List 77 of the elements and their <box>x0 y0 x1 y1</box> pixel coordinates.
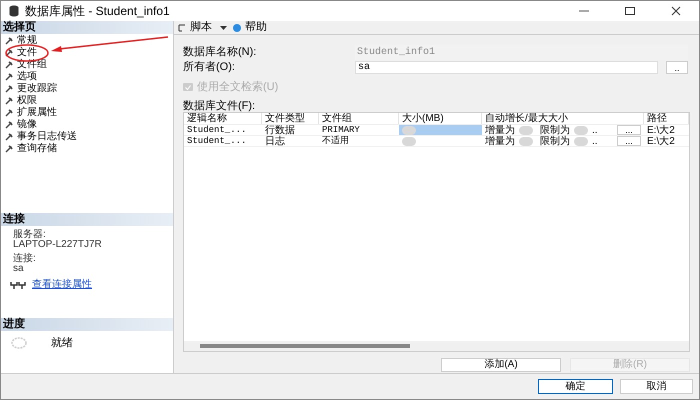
horizontal-scrollbar[interactable] <box>184 341 689 351</box>
wrench-icon <box>5 109 13 117</box>
connection-properties-link[interactable]: 查看连接属性 <box>32 280 92 290</box>
table-cell-text: 行数据 <box>264 125 296 135</box>
blurred-value <box>402 136 416 146</box>
help-button[interactable]: 帮助 <box>245 19 267 36</box>
column-header[interactable]: 大小(MB) <box>399 113 482 124</box>
owner-browse-button[interactable]: .. <box>666 61 688 74</box>
wrench-icon <box>5 121 13 129</box>
help-icon <box>233 24 241 32</box>
connection-label: 连接: <box>13 254 37 264</box>
wrench-icon <box>5 73 13 81</box>
wrench-icon <box>5 37 13 45</box>
table-cell-text: E:\大2 <box>646 136 676 146</box>
blurred-value <box>402 126 416 134</box>
server-name: LAPTOP-L227TJ7R <box>13 240 103 250</box>
maximize-icon[interactable] <box>625 6 635 16</box>
database-files-label: 数据库文件(F): <box>183 100 256 112</box>
sidebar-item[interactable]: 常规 <box>1 35 173 47</box>
dropdown-caret-icon[interactable] <box>220 26 227 30</box>
table-cell-text: Student_... <box>186 125 248 135</box>
scrollbar-thumb[interactable] <box>200 344 410 348</box>
autogrowth-button[interactable]: ... <box>617 125 641 135</box>
progress-spinner-icon <box>11 337 27 350</box>
close-icon[interactable] <box>671 6 681 16</box>
server-label: 服务器: <box>13 230 47 240</box>
sidebar-item[interactable]: 镜像 <box>1 119 173 131</box>
database-icon <box>9 5 19 17</box>
limit-ellipsis: .. <box>592 136 598 146</box>
column-header[interactable]: 自动增长/最大大小 <box>482 113 644 124</box>
blurred-value <box>574 126 588 134</box>
section-header: 连接 <box>1 213 173 226</box>
sidebar-item[interactable]: 查询存储 <box>1 143 173 155</box>
table-cell-text: PRIMARY <box>321 125 361 135</box>
wrench-icon <box>5 97 13 105</box>
plug-icon <box>10 280 26 290</box>
sidebar-item[interactable]: 事务日志传送 <box>1 131 173 143</box>
sidebar-item[interactable]: 权限 <box>1 95 173 107</box>
wrench-icon <box>5 49 13 57</box>
wrench-icon <box>5 61 13 69</box>
sidebar-item[interactable]: 扩展属性 <box>1 107 173 119</box>
sidebar-item[interactable]: 文件 <box>1 47 173 59</box>
window-title: 数据库属性 - Student_info1 <box>25 3 170 20</box>
owner-label: 所有者(O): <box>183 60 236 76</box>
blurred-value <box>519 136 533 146</box>
script-icon <box>178 24 186 32</box>
progress-status: 就绪 <box>51 336 73 351</box>
growth-text: 增量为 <box>485 124 515 136</box>
ok-button[interactable]: 确定 <box>538 379 613 394</box>
table-cell-text: 日志 <box>264 136 286 146</box>
limit-text: 限制为 <box>540 124 570 136</box>
sidebar-item[interactable]: 选项 <box>1 71 173 83</box>
section-header: 选择页 <box>1 21 173 34</box>
limit-ellipsis: .. <box>592 124 598 136</box>
section-header: 进度 <box>1 318 173 331</box>
cancel-button[interactable]: 取消 <box>620 379 693 394</box>
growth-text: 增量为 <box>485 136 515 146</box>
wrench-icon <box>5 85 13 93</box>
column-header[interactable]: 逻辑名称 <box>184 113 262 124</box>
column-header[interactable]: 路径 <box>644 113 689 124</box>
wrench-icon <box>5 145 13 153</box>
blurred-value <box>519 126 533 134</box>
table-cell-text: Student_... <box>186 136 248 146</box>
limit-text: 限制为 <box>540 136 570 146</box>
wrench-icon <box>5 133 13 141</box>
size-cell[interactable] <box>399 125 482 135</box>
autogrowth-button[interactable]: ... <box>617 136 641 146</box>
fulltext-label: 使用全文检索(U) <box>197 80 278 95</box>
owner-field[interactable]: sa <box>355 61 658 74</box>
add-button[interactable]: 添加(A) <box>441 358 561 372</box>
script-button[interactable]: 脚本 <box>190 19 212 36</box>
sidebar-item[interactable]: 更改跟踪 <box>1 83 173 95</box>
connection-user: sa <box>13 264 25 274</box>
database-name-label: 数据库名称(N): <box>183 44 258 60</box>
blurred-value <box>574 136 588 146</box>
table-cell-text: E:\大2 <box>646 125 676 135</box>
table-cell-text: 不适用 <box>321 136 350 146</box>
